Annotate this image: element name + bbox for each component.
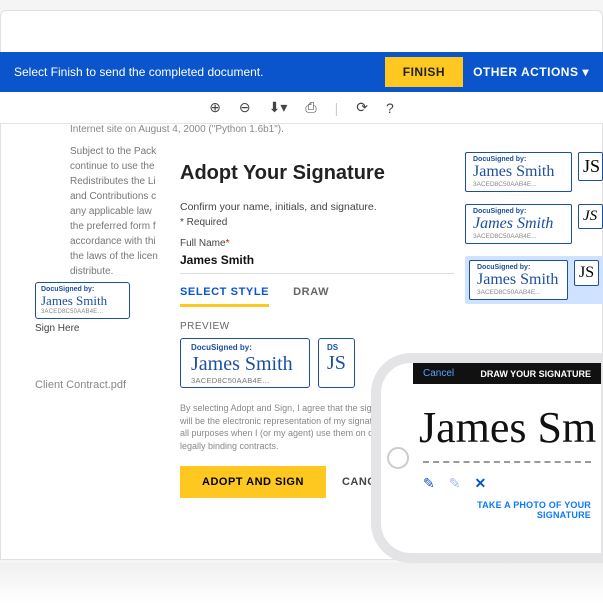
surface-reflection [0,563,603,603]
pen-icon[interactable]: ✎ [423,475,435,492]
refresh-icon[interactable]: ⟳ [356,99,368,116]
modal-title: Adopt Your Signature [180,162,454,185]
signature-preview-box[interactable]: DocuSigned by: James Smith 3ACED8C50AAB4… [180,338,310,388]
document-toolbar: ⊕ ⊖ ⬇︎▾ ⎙ | ⟳ ? [0,92,603,124]
clear-icon[interactable]: ✕ [474,475,486,492]
adopt-and-sign-button[interactable]: ADOPT AND SIGN [180,466,326,498]
modal-subtitle: Confirm your name, initials, and signatu… [180,201,454,213]
tab-select-style[interactable]: SELECT STYLE [180,286,269,307]
initials-preview-box[interactable]: DS JS [318,338,355,388]
signature-tabs: SELECT STYLE DRAW [180,286,454,307]
zoom-out-icon[interactable]: ⊖ [239,99,251,116]
finish-button[interactable]: FINISH [385,57,463,87]
fullname-input[interactable]: James Smith [180,249,454,274]
drawn-signature[interactable]: James Sm [413,384,601,457]
mini-sig-hash: 3ACED8C50AAB4E... [41,309,124,315]
tab-draw[interactable]: DRAW [293,286,329,307]
style-option-2[interactable]: DocuSigned by: James Smith 3ACED8C50AAB4… [465,204,603,244]
sep-icon: | [335,100,339,116]
docusigned-label: DocuSigned by: [41,286,124,293]
top-action-bar: Select Finish to send the completed docu… [0,52,603,92]
preview-label: PREVIEW [180,321,454,332]
style-option-1[interactable]: DocuSigned by: James Smith 3ACED8C50AAB4… [465,152,603,192]
phone-cancel-button[interactable]: Cancel [423,368,454,379]
color-icon[interactable]: ✎ [449,475,461,492]
take-photo-link[interactable]: TAKE A PHOTO OF YOUR SIGNATURE [413,494,601,526]
home-button-icon [387,447,409,469]
style-option-3-selected[interactable]: DocuSigned by: James Smith 3ACED8C50AAB4… [465,256,603,304]
phone-title: DRAW YOUR SIGNATURE [480,369,591,379]
print-icon[interactable]: ⎙ [305,99,316,116]
chevron-down-icon: ▾ [582,65,589,79]
phone-header: Cancel DRAW YOUR SIGNATURE [413,363,601,384]
download-icon[interactable]: ⬇︎▾ [269,99,288,116]
signature-style-list: DocuSigned by: James Smith 3ACED8C50AAB4… [465,152,603,304]
mini-sig-name: James Smith [41,293,124,309]
other-actions-button[interactable]: OTHER ACTIONS ▾ [473,65,589,79]
phone-draw-tools: ✎ ✎ ✕ [413,473,601,494]
required-note: * Required [180,217,454,228]
document-filename: Client Contract.pdf [35,379,126,391]
sign-here-label: Sign Here [35,323,130,334]
phone-mockup: Cancel DRAW YOUR SIGNATURE James Sm ✎ ✎ … [371,353,603,563]
fullname-label: Full Name* [180,238,454,249]
signature-line [423,461,591,463]
help-icon[interactable]: ? [386,100,394,116]
other-actions-label: OTHER ACTIONS [473,65,578,79]
sign-here-tag[interactable]: DocuSigned by: James Smith 3ACED8C50AAB4… [35,282,130,334]
zoom-in-icon[interactable]: ⊕ [209,99,221,116]
topbar-message: Select Finish to send the completed docu… [14,65,263,79]
doc-header-line: Internet site on August 4, 2000 ("Python… [70,124,284,135]
